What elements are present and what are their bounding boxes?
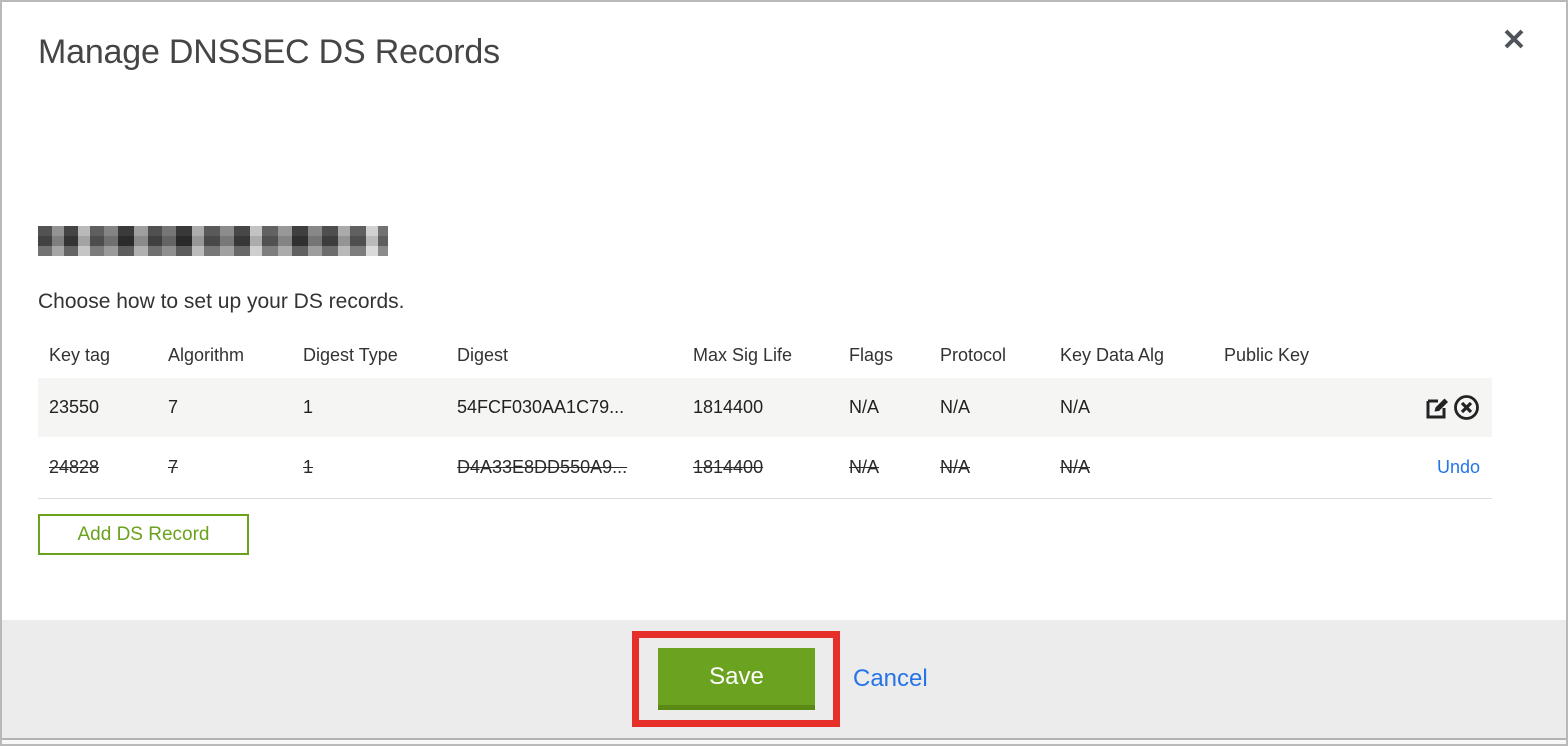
edit-pencil-square-icon [1424, 398, 1451, 424]
col-header-digest-type: Digest Type [303, 344, 398, 365]
col-header-flags: Flags [849, 344, 894, 365]
save-button[interactable]: Save [658, 648, 815, 710]
page-title: Manage DNSSEC DS Records [38, 33, 500, 71]
undo-delete-link[interactable]: Undo [1437, 457, 1480, 478]
cell-digest: 54FCF030AA1C79... [457, 397, 625, 417]
close-icon [1501, 29, 1527, 55]
cell-algorithm: 7 [168, 397, 179, 417]
delete-record-button[interactable] [1453, 394, 1480, 421]
cell-algorithm: 7 [168, 457, 179, 477]
ds-records-table: Key tag Algorithm Digest Type Digest Max… [38, 332, 1492, 499]
cell-digest-type: 1 [303, 397, 314, 417]
cell-key-tag: 24828 [49, 457, 100, 477]
page-background-strip [2, 738, 1566, 744]
cell-protocol: N/A [940, 457, 971, 477]
cell-key-data-alg: N/A [1060, 397, 1091, 417]
col-header-key-data-alg: Key Data Alg [1060, 344, 1165, 365]
dialog-footer: Save Cancel [2, 620, 1566, 738]
table-row: 23550 7 1 54FCF030AA1C79... 1814400 N/A … [38, 378, 1492, 437]
table-row-deleted: 24828 7 1 D4A33E8DD550A9... 1814400 N/A … [38, 437, 1492, 499]
cell-key-data-alg: N/A [1060, 457, 1091, 477]
red-annotation-rectangle: Save [632, 631, 840, 727]
cell-digest: D4A33E8DD550A9... [457, 457, 628, 477]
close-button[interactable] [1500, 26, 1528, 54]
cell-max-sig-life: 1814400 [693, 397, 764, 417]
cell-flags: N/A [849, 457, 880, 477]
cell-key-tag: 23550 [49, 397, 100, 417]
col-header-max-sig-life: Max Sig Life [693, 344, 793, 365]
instruction-text: Choose how to set up your DS records. [38, 290, 405, 313]
edit-record-button[interactable] [1424, 394, 1451, 421]
cell-max-sig-life: 1814400 [693, 457, 764, 477]
cancel-link[interactable]: Cancel [853, 665, 928, 693]
col-header-algorithm: Algorithm [168, 344, 245, 365]
domain-name-redacted [38, 226, 388, 256]
col-header-key-tag: Key tag [49, 344, 111, 365]
dnssec-dialog: Manage DNSSEC DS Records Choose how to s… [0, 0, 1568, 746]
cell-digest-type: 1 [303, 457, 314, 477]
row-actions: Undo [1426, 457, 1492, 478]
col-header-digest: Digest [457, 344, 509, 365]
col-header-public-key: Public Key [1224, 344, 1310, 365]
add-ds-record-button[interactable]: Add DS Record [38, 514, 249, 555]
cell-protocol: N/A [940, 397, 971, 417]
row-actions [1413, 394, 1492, 421]
cell-flags: N/A [849, 397, 880, 417]
col-header-protocol: Protocol [940, 344, 1007, 365]
x-in-circle-icon [1453, 395, 1480, 424]
table-header-row: Key tag Algorithm Digest Type Digest Max… [38, 332, 1492, 378]
